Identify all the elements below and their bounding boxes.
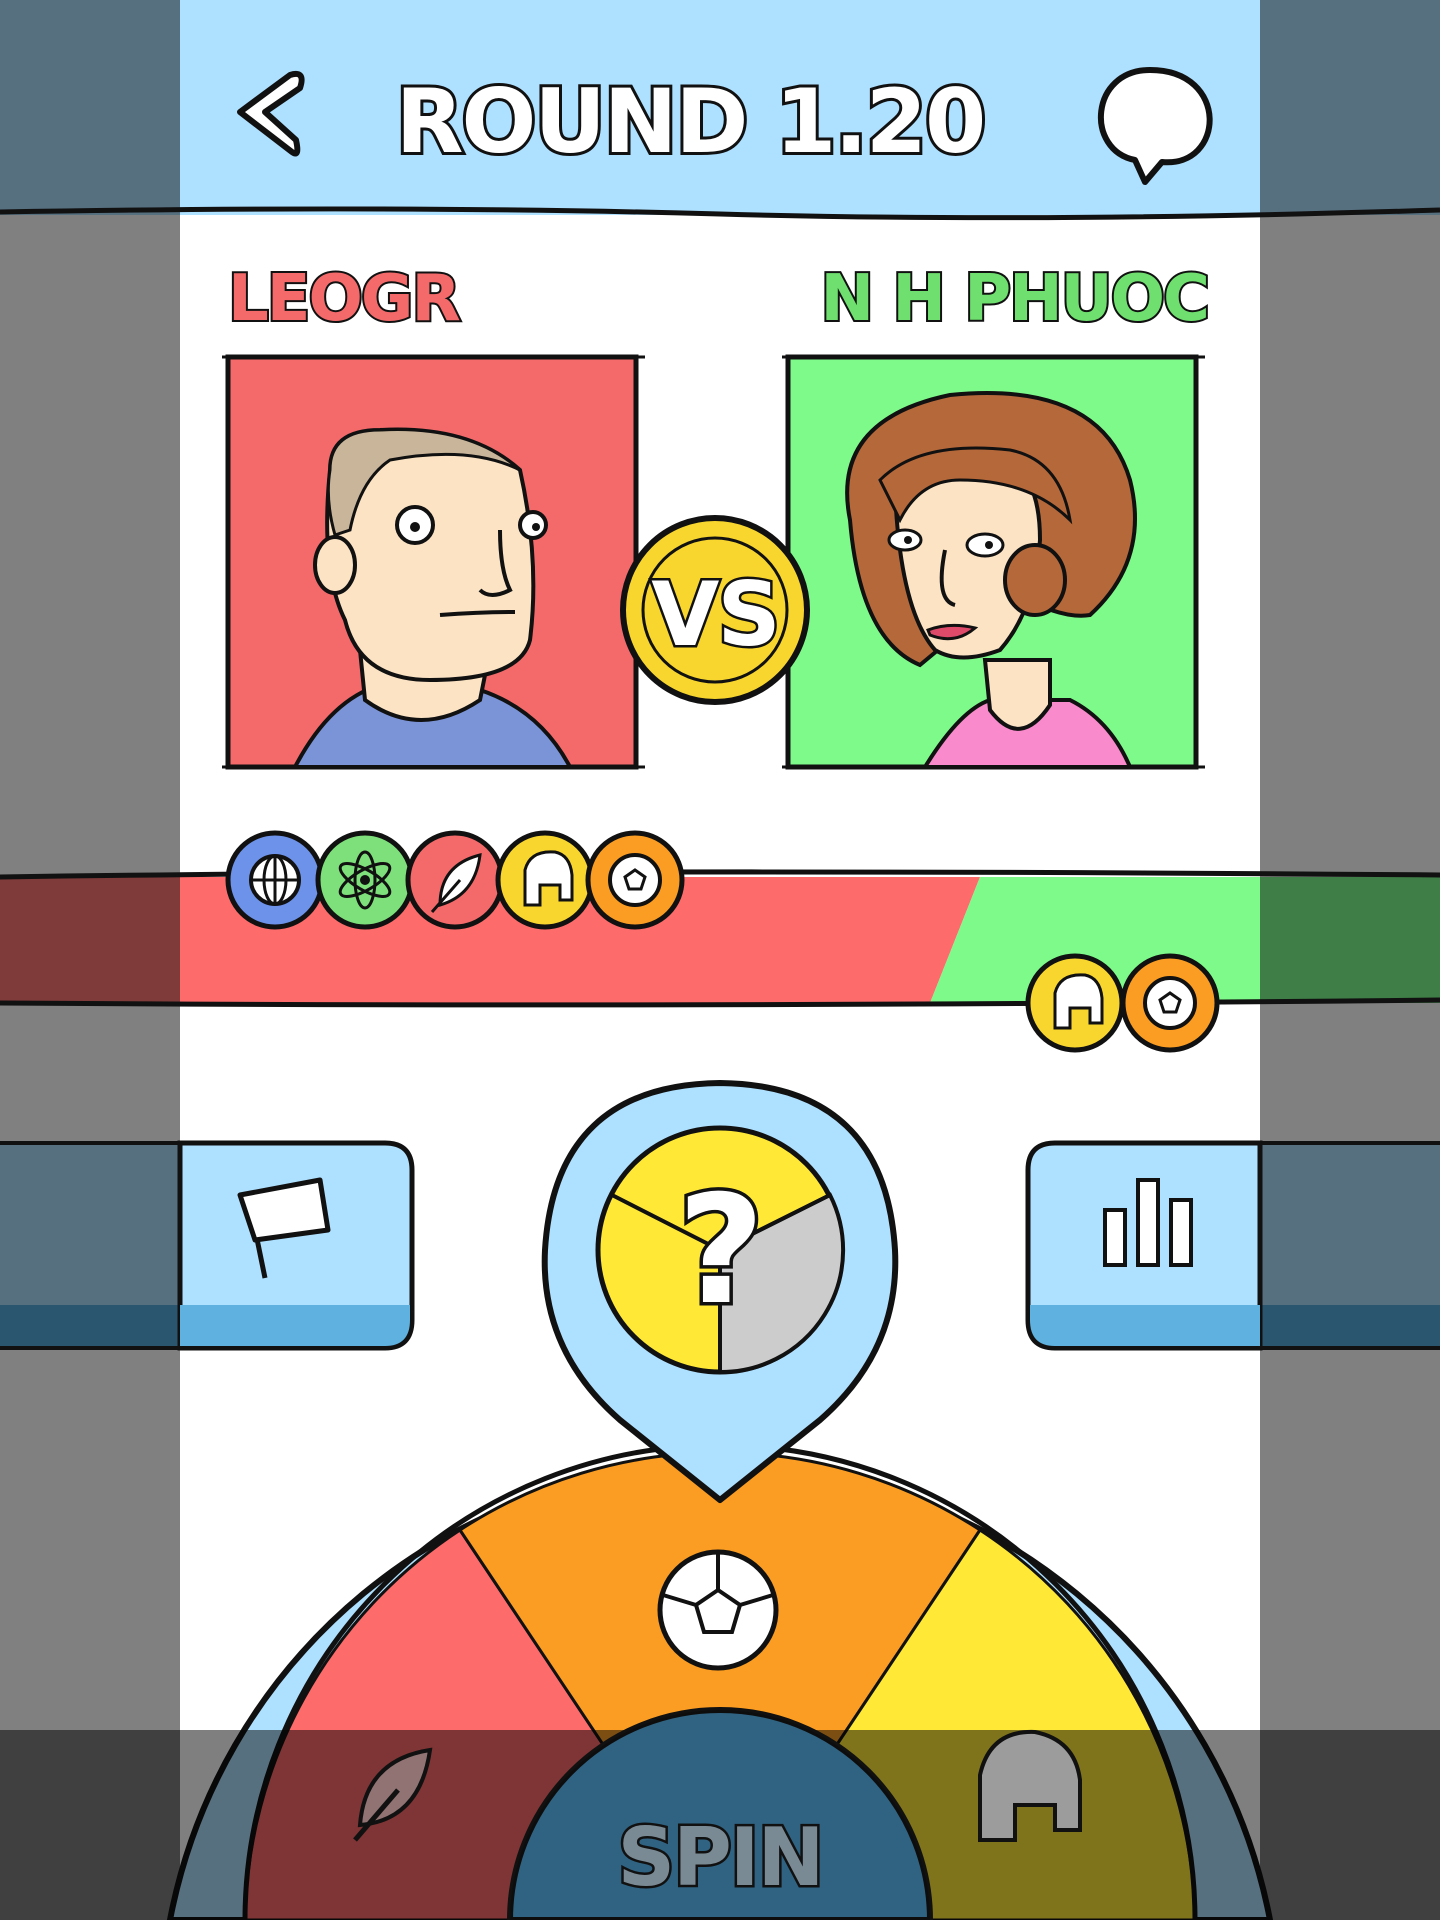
stats-button[interactable]: [1025, 1140, 1263, 1351]
left-trophies: [225, 830, 685, 930]
feather-icon: [405, 830, 505, 930]
left-player-avatar: [222, 354, 645, 770]
helmet-icon: [495, 830, 595, 930]
soccer-ball-icon: [585, 830, 685, 930]
surrender-button[interactable]: [177, 1140, 415, 1351]
right-player-avatar: [782, 354, 1205, 770]
pointer-question-mark: ?: [677, 1164, 762, 1338]
left-player-name: LEOGR: [228, 262, 459, 336]
atom-icon: [315, 830, 415, 930]
versus-badge: VS: [620, 515, 810, 705]
versus-label: VS: [651, 563, 778, 666]
round-title: ROUND 1.20: [396, 70, 984, 173]
soccer-ball-icon: [657, 1549, 779, 1671]
score-bar: [0, 869, 1440, 1008]
helmet-icon: [1025, 953, 1125, 1053]
soccer-ball-icon: [1120, 953, 1220, 1053]
game-screen: ROUND 1.20 LEOGR N H PHUOC VS ? SPIN: [0, 0, 1440, 1920]
globe-icon: [225, 830, 325, 930]
spin-label: SPIN: [618, 1811, 823, 1904]
right-player-name: N H PHUOC: [821, 262, 1209, 336]
